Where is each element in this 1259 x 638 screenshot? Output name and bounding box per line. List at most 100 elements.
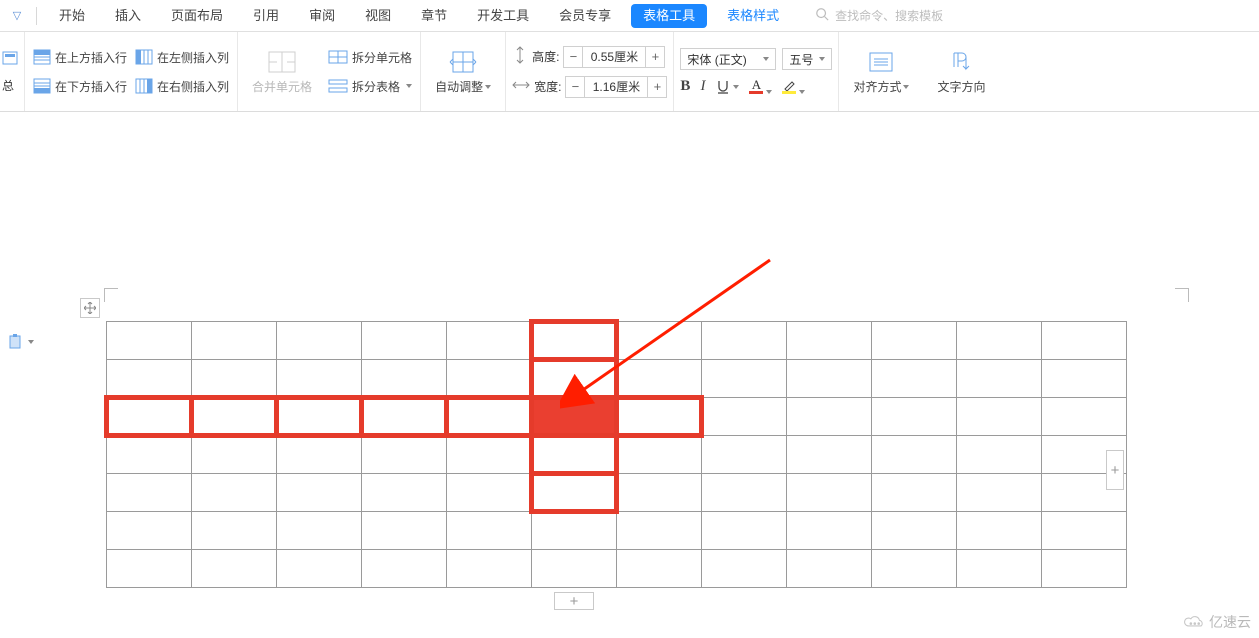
table-cell[interactable] [872,512,957,550]
table-cell[interactable] [532,322,617,360]
font-color-button[interactable]: A [749,79,772,94]
table-cell[interactable] [617,550,702,588]
table-cell[interactable] [1042,512,1127,550]
table-cell[interactable] [532,436,617,474]
table-cell[interactable] [362,512,447,550]
font-size-select[interactable]: 五号 [782,48,832,70]
table-cell[interactable] [277,512,362,550]
menu-review[interactable]: 审阅 [295,0,349,32]
table-cell[interactable] [872,322,957,360]
table-cell[interactable] [957,512,1042,550]
table-cell[interactable] [787,512,872,550]
width-value[interactable]: 1.16厘米 [584,77,648,97]
table-cell[interactable] [1042,398,1127,436]
insert-row-below[interactable]: 在下方插入行 [31,76,129,97]
table-cell[interactable] [277,436,362,474]
table-move-handle[interactable] [80,298,100,318]
table-cell[interactable] [787,322,872,360]
table-cell[interactable] [277,360,362,398]
menu-member[interactable]: 会员专享 [545,0,625,32]
table-cell[interactable] [787,360,872,398]
table-cell[interactable] [362,550,447,588]
table-cell[interactable] [277,474,362,512]
menu-table-tools[interactable]: 表格工具 [631,4,707,28]
merge-cells[interactable]: 合并单元格 [244,45,320,99]
table-cell[interactable] [617,360,702,398]
table-cell[interactable] [1042,360,1127,398]
table-cell[interactable] [1042,550,1127,588]
file-menu-drop[interactable]: ▽ [6,9,28,22]
add-row-button[interactable]: + [554,592,594,610]
height-minus[interactable]: − [564,47,582,67]
menu-table-style[interactable]: 表格样式 [713,0,793,32]
table-cell[interactable] [362,436,447,474]
table-cell[interactable] [872,360,957,398]
split-table[interactable]: 拆分表格 [326,76,414,97]
table-cell[interactable] [447,322,532,360]
table-cell[interactable] [702,398,787,436]
height-field[interactable]: − 0.55厘米 + [563,46,665,68]
table[interactable] [104,319,1127,588]
table-cell[interactable] [787,474,872,512]
partial-icon-top[interactable] [2,50,20,69]
table-cell[interactable] [617,474,702,512]
table-cell[interactable] [277,398,362,436]
table-cell[interactable] [532,474,617,512]
table-cell[interactable] [702,512,787,550]
table-cell[interactable] [362,322,447,360]
split-cells[interactable]: 拆分单元格 [326,47,414,68]
table-cell[interactable] [192,436,277,474]
menu-insert[interactable]: 插入 [101,0,155,32]
table-cell[interactable] [617,436,702,474]
bold-button[interactable]: B [680,78,690,95]
table-cell[interactable] [277,550,362,588]
menu-devtools[interactable]: 开发工具 [463,0,543,32]
table-cell[interactable] [1042,322,1127,360]
insert-row-above[interactable]: 在上方插入行 [31,47,129,68]
table-cell[interactable] [447,550,532,588]
text-direction[interactable]: 文字方向 [929,45,993,99]
height-plus[interactable]: + [646,47,664,67]
table-cell[interactable] [532,398,617,436]
table-cell[interactable] [957,322,1042,360]
table-cell[interactable] [277,322,362,360]
table-cell[interactable] [787,550,872,588]
table-cell[interactable] [447,436,532,474]
italic-button[interactable]: I [700,78,705,95]
menu-chapter[interactable]: 章节 [407,0,461,32]
table-cell[interactable] [957,360,1042,398]
table-cell[interactable] [107,398,192,436]
alignment[interactable]: 对齐方式 [845,45,917,99]
table-cell[interactable] [192,550,277,588]
table-cell[interactable] [192,322,277,360]
table-cell[interactable] [362,398,447,436]
insert-col-left[interactable]: 在左侧插入列 [133,47,231,68]
auto-fit[interactable]: 自动调整 [427,45,499,99]
table-cell[interactable] [702,322,787,360]
table-cell[interactable] [957,436,1042,474]
table-cell[interactable] [872,398,957,436]
table-cell[interactable] [107,360,192,398]
table-cell[interactable] [107,474,192,512]
table-cell[interactable] [447,474,532,512]
table-cell[interactable] [872,436,957,474]
table-cell[interactable] [107,436,192,474]
table-cell[interactable] [447,398,532,436]
document-area[interactable]: + + 亿速云 [0,112,1259,638]
table-cell[interactable] [872,474,957,512]
table-cell[interactable] [702,436,787,474]
insert-col-right[interactable]: 在右侧插入列 [133,76,231,97]
command-search-input[interactable] [835,9,985,23]
table-cell[interactable] [957,474,1042,512]
height-value[interactable]: 0.55厘米 [582,47,646,67]
table-cell[interactable] [532,360,617,398]
font-name-select[interactable]: 宋体 (正文) [680,48,776,70]
table-cell[interactable] [107,322,192,360]
table-cell[interactable] [192,360,277,398]
table-cell[interactable] [957,398,1042,436]
table-cell[interactable] [617,398,702,436]
table-cell[interactable] [532,550,617,588]
table-cell[interactable] [702,474,787,512]
table-cell[interactable] [787,398,872,436]
table-cell[interactable] [702,550,787,588]
